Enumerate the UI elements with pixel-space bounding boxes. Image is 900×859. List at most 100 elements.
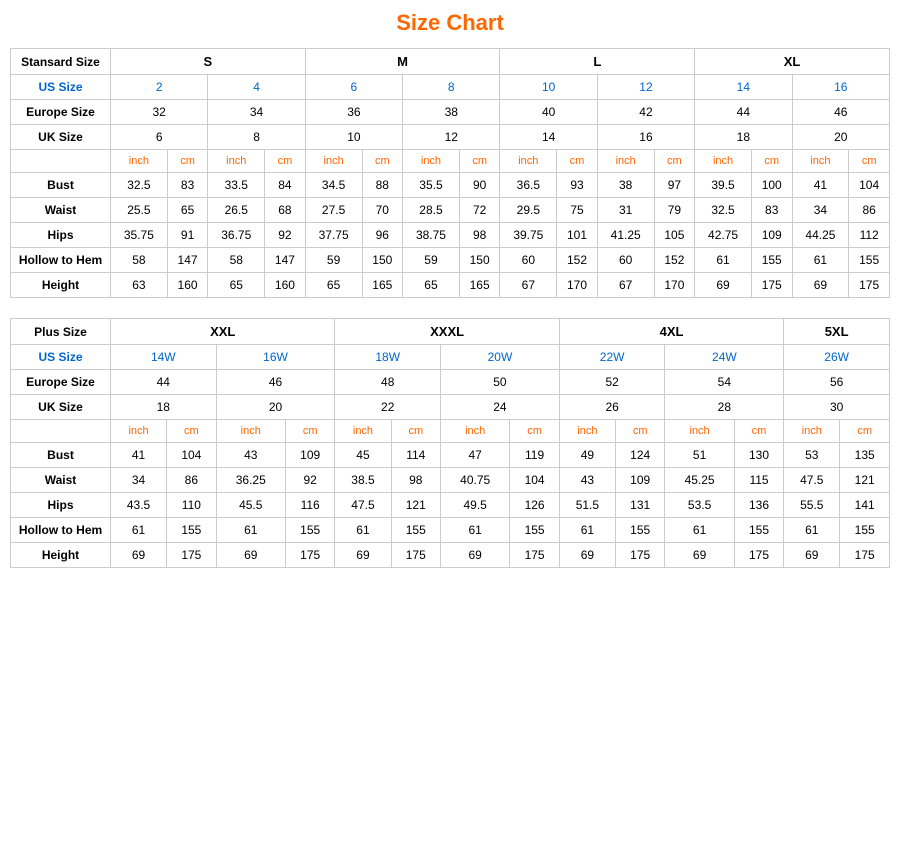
- plus-hips-label: Hips: [11, 493, 111, 518]
- europe-size-label: Europe Size: [11, 100, 111, 125]
- standard-s-header: S: [111, 49, 306, 75]
- page-title: Size Chart: [10, 10, 890, 36]
- unit-cm-3: cm: [362, 150, 403, 173]
- unit-cm-1: cm: [167, 150, 208, 173]
- plus-size-chart: Plus Size XXL XXXL 4XL 5XL US Size 14W 1…: [10, 318, 890, 568]
- plus-xxxl-header: XXXL: [335, 319, 559, 345]
- eu-40: 40: [500, 100, 597, 125]
- us-size-4: 4: [208, 75, 305, 100]
- hips-label: Hips: [11, 223, 111, 248]
- unit-inch-1: inch: [111, 150, 168, 173]
- plus-us-24w: 24W: [665, 345, 784, 370]
- unit-inch-6: inch: [597, 150, 654, 173]
- uk-size-label: UK Size: [11, 125, 111, 150]
- unit-spacer: [11, 150, 111, 173]
- unit-inch-4: inch: [403, 150, 460, 173]
- unit-cm-4: cm: [459, 150, 500, 173]
- standard-height-row: Height 63 160 65 160 65 165 65 165 67 17…: [11, 273, 890, 298]
- unit-inch-7: inch: [695, 150, 752, 173]
- eu-46: 46: [792, 100, 889, 125]
- uk-10: 10: [305, 125, 402, 150]
- plus-waist-row: Waist 34 86 36.25 92 38.5 98 40.75 104 4…: [11, 468, 890, 493]
- uk-18: 18: [695, 125, 792, 150]
- plus-us-size-label: US Size: [11, 345, 111, 370]
- waist-label: Waist: [11, 198, 111, 223]
- plus-hollow-label: Hollow to Hem: [11, 518, 111, 543]
- us-size-label: US Size: [11, 75, 111, 100]
- us-size-16: 16: [792, 75, 889, 100]
- plus-us-18w: 18W: [335, 345, 441, 370]
- uk-20: 20: [792, 125, 889, 150]
- eu-32: 32: [111, 100, 208, 125]
- plus-us-26w: 26W: [784, 345, 890, 370]
- uk-12: 12: [403, 125, 500, 150]
- standard-l-header: L: [500, 49, 695, 75]
- us-size-2: 2: [111, 75, 208, 100]
- plus-us-22w: 22W: [559, 345, 665, 370]
- uk-8: 8: [208, 125, 305, 150]
- standard-xl-header: XL: [695, 49, 890, 75]
- plus-hollow-row: Hollow to Hem 61 155 61 155 61 155 61 15…: [11, 518, 890, 543]
- plus-us-20w: 20W: [441, 345, 560, 370]
- plus-bust-label: Bust: [11, 443, 111, 468]
- bust-v14: 41: [792, 173, 849, 198]
- standard-hollow-row: Hollow to Hem 58 147 58 147 59 150 59 15…: [11, 248, 890, 273]
- bust-v15: 104: [849, 173, 890, 198]
- eu-38: 38: [403, 100, 500, 125]
- unit-cm-6: cm: [654, 150, 695, 173]
- plus-5xl-header: 5XL: [784, 319, 890, 345]
- plus-header-label: Plus Size: [11, 319, 111, 345]
- standard-hips-row: Hips 35.75 91 36.75 92 37.75 96 38.75 98…: [11, 223, 890, 248]
- unit-inch-5: inch: [500, 150, 557, 173]
- bust-v9: 93: [557, 173, 598, 198]
- us-size-14: 14: [695, 75, 792, 100]
- bust-v2: 33.5: [208, 173, 265, 198]
- unit-cm-8: cm: [849, 150, 890, 173]
- bust-v3: 84: [265, 173, 306, 198]
- bust-v12: 39.5: [695, 173, 752, 198]
- unit-cm-2: cm: [265, 150, 306, 173]
- plus-waist-label: Waist: [11, 468, 111, 493]
- standard-size-chart: Stansard Size S M L XL US Size 2 4 6 8 1…: [10, 48, 890, 298]
- eu-36: 36: [305, 100, 402, 125]
- plus-hips-row: Hips 43.5 110 45.5 116 47.5 121 49.5 126…: [11, 493, 890, 518]
- uk-14: 14: [500, 125, 597, 150]
- bust-v8: 36.5: [500, 173, 557, 198]
- standard-waist-row: Waist 25.5 65 26.5 68 27.5 70 28.5 72 29…: [11, 198, 890, 223]
- plus-bust-row: Bust 41 104 43 109 45 114 47 119 49 124 …: [11, 443, 890, 468]
- bust-v7: 90: [459, 173, 500, 198]
- standard-bust-row: Bust 32.5 83 33.5 84 34.5 88 35.5 90 36.…: [11, 173, 890, 198]
- plus-us-14w: 14W: [111, 345, 217, 370]
- uk-16: 16: [597, 125, 694, 150]
- plus-height-label: Height: [11, 543, 111, 568]
- bust-v0: 32.5: [111, 173, 168, 198]
- plus-table: Plus Size XXL XXXL 4XL 5XL US Size 14W 1…: [10, 318, 890, 568]
- standard-m-header: M: [305, 49, 500, 75]
- bust-label: Bust: [11, 173, 111, 198]
- eu-44: 44: [695, 100, 792, 125]
- us-size-10: 10: [500, 75, 597, 100]
- plus-uk-label: UK Size: [11, 395, 111, 420]
- plus-us-16w: 16W: [216, 345, 335, 370]
- bust-v6: 35.5: [403, 173, 460, 198]
- eu-42: 42: [597, 100, 694, 125]
- unit-inch-8: inch: [792, 150, 849, 173]
- height-label: Height: [11, 273, 111, 298]
- us-size-12: 12: [597, 75, 694, 100]
- bust-v5: 88: [362, 173, 403, 198]
- bust-v13: 100: [751, 173, 792, 198]
- bust-v1: 83: [167, 173, 208, 198]
- unit-cm-7: cm: [751, 150, 792, 173]
- us-size-8: 8: [403, 75, 500, 100]
- hollow-label: Hollow to Hem: [11, 248, 111, 273]
- plus-height-row: Height 69 175 69 175 69 175 69 175 69 17…: [11, 543, 890, 568]
- plus-unit-spacer: [11, 420, 111, 443]
- eu-34: 34: [208, 100, 305, 125]
- standard-header-label: Stansard Size: [11, 49, 111, 75]
- standard-table: Stansard Size S M L XL US Size 2 4 6 8 1…: [10, 48, 890, 298]
- unit-inch-3: inch: [305, 150, 362, 173]
- uk-6: 6: [111, 125, 208, 150]
- bust-v10: 38: [597, 173, 654, 198]
- bust-v4: 34.5: [305, 173, 362, 198]
- plus-4xl-header: 4XL: [559, 319, 783, 345]
